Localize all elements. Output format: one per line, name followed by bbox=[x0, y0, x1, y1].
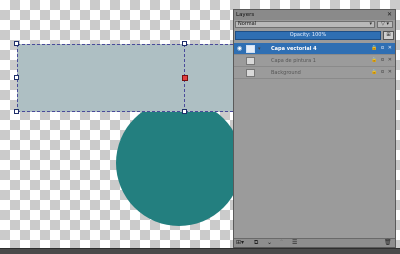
layer-thumbnail bbox=[246, 45, 255, 53]
docker-title-bar[interactable]: Layers ✕ bbox=[234, 10, 395, 20]
layer-row[interactable]: ◉ ▾ Capa vectorial 4 🔒 α ✕ bbox=[234, 43, 395, 55]
layer-thumbnail bbox=[246, 69, 255, 77]
selection-outline-extension bbox=[185, 44, 238, 112]
docker-title: Layers bbox=[236, 12, 255, 18]
selection-outline bbox=[17, 44, 185, 112]
eye-icon[interactable] bbox=[236, 69, 243, 76]
layer-properties-button[interactable]: ☰ bbox=[292, 239, 297, 247]
layer-name: Capa de pintura 1 bbox=[271, 58, 316, 64]
opacity-row: Opacity: 100% ⊞ bbox=[234, 30, 395, 41]
layer-row[interactable]: Background 🔒 α ✕ bbox=[234, 67, 395, 79]
layer-options-button[interactable]: ⊞ bbox=[383, 31, 394, 40]
layer-list: ◉ ▾ Capa vectorial 4 🔒 α ✕ Capa de pintu… bbox=[234, 43, 395, 233]
add-layer-button[interactable]: ⊞▾ bbox=[236, 239, 244, 247]
resize-handle-top-right[interactable] bbox=[182, 41, 187, 46]
rotation-center-handle[interactable] bbox=[182, 75, 188, 81]
chevron-down-icon[interactable]: ▾ bbox=[258, 46, 261, 52]
blend-mode-select[interactable]: Normal ▾ bbox=[235, 21, 375, 28]
layers-toolbar: ⊞▾ ⧉ ⌄ ⌃ ☰ 🗑 bbox=[234, 238, 395, 247]
opacity-label: Opacity: 100% bbox=[289, 32, 327, 38]
blend-mode-value: Normal bbox=[238, 21, 257, 27]
layer-name: Background bbox=[271, 70, 301, 76]
layer-thumbnail bbox=[246, 57, 255, 65]
chevron-down-icon: ▾ bbox=[369, 21, 372, 27]
opacity-slider[interactable]: Opacity: 100% bbox=[235, 31, 381, 40]
layer-properties-icons[interactable]: 🔒 α ✕ bbox=[371, 57, 393, 63]
layer-row[interactable]: Capa de pintura 1 🔒 α ✕ bbox=[234, 55, 395, 67]
circle-shape[interactable] bbox=[116, 100, 242, 226]
layer-properties-icons[interactable]: 🔒 α ✕ bbox=[371, 45, 393, 51]
layer-properties-icons[interactable]: 🔒 α ✕ bbox=[371, 69, 393, 75]
duplicate-layer-button[interactable]: ⧉ bbox=[254, 239, 258, 247]
blend-mode-row: Normal ▾ ▽ ▾ bbox=[234, 20, 395, 29]
layer-filter-button[interactable]: ▽ ▾ bbox=[377, 21, 393, 28]
move-layer-down-button[interactable]: ⌄ bbox=[267, 239, 272, 247]
resize-handle-bottom-left[interactable] bbox=[14, 109, 19, 114]
resize-handle-middle-left[interactable] bbox=[14, 75, 19, 80]
layer-name: Capa vectorial 4 bbox=[271, 46, 317, 52]
status-bar bbox=[0, 248, 400, 254]
resize-handle-top-left[interactable] bbox=[14, 41, 19, 46]
delete-layer-button[interactable]: 🗑 bbox=[384, 239, 392, 247]
move-layer-up-button[interactable]: ⌃ bbox=[279, 239, 284, 247]
layers-docker: Layers ✕ Normal ▾ ▽ ▾ Opacity: 100% ⊞ ◉ … bbox=[233, 9, 396, 248]
eye-icon[interactable] bbox=[236, 57, 243, 64]
resize-handle-bottom-right[interactable] bbox=[182, 109, 187, 114]
krita-window: Layers ✕ Normal ▾ ▽ ▾ Opacity: 100% ⊞ ◉ … bbox=[0, 0, 400, 254]
close-icon[interactable]: ✕ bbox=[386, 11, 393, 18]
eye-icon[interactable]: ◉ bbox=[236, 45, 243, 52]
